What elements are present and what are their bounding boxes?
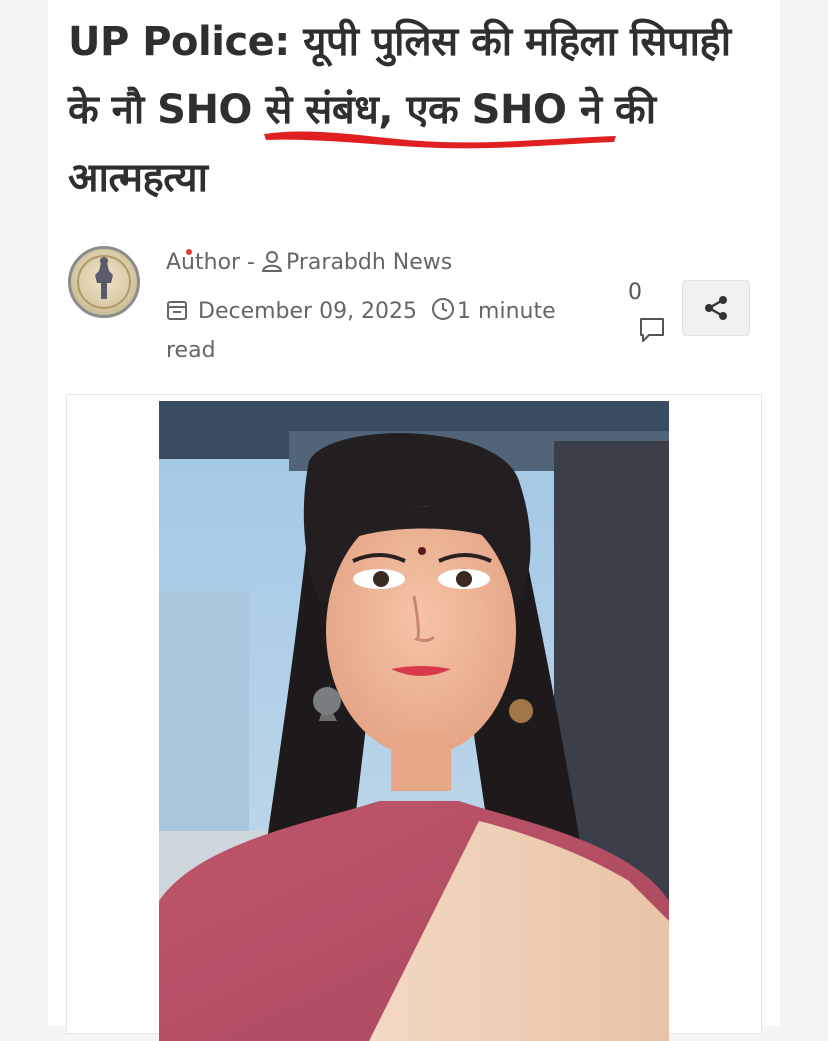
author-name[interactable]: Prarabdh News [286,250,452,275]
user-icon [261,250,283,278]
article-title: UP Police: यूपी पुलिस की महिला सिपाही के… [68,19,731,201]
author-label: Author - [166,250,262,275]
clock-icon [431,297,455,327]
featured-image-frame [66,394,762,1041]
read-time-continued: read [166,338,216,363]
comment-count[interactable]: 0 [628,280,642,305]
comment-icon[interactable] [638,316,666,348]
red-underline-annotation [264,131,616,149]
article-card: UP Police: यूपी पुलिस की महिला सिपाही के… [48,0,780,1041]
avatar-emblem-icon [77,255,131,309]
calendar-icon [166,299,188,327]
author-line: Author - Prarabdh News [166,250,452,278]
featured-image[interactable] [159,401,669,1041]
share-button[interactable] [682,280,750,336]
date-line: December 09, 2025 1 minute [166,297,556,327]
read-time: 1 minute [457,299,556,324]
share-icon [705,296,727,320]
author-avatar[interactable] [68,246,140,318]
publish-date: December 09, 2025 [198,299,418,324]
